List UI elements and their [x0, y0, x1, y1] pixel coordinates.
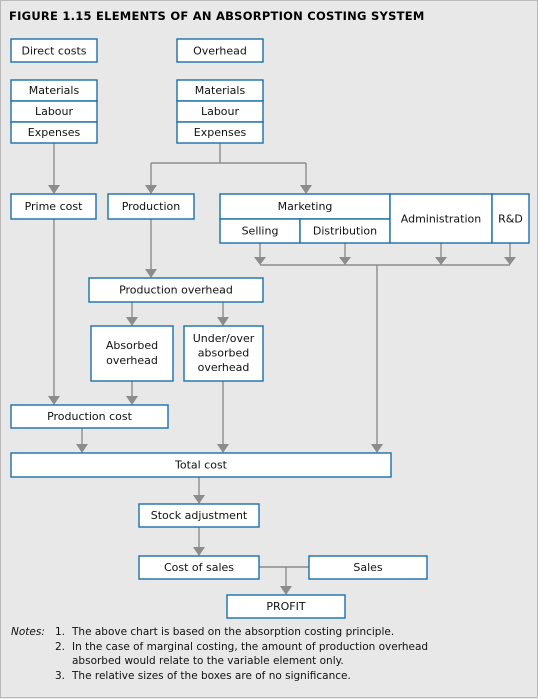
node-rd[interactable]: R&D [491, 193, 530, 244]
node-label: PROFIT [266, 600, 306, 613]
node-label: Distribution [313, 225, 377, 238]
node-distribution[interactable]: Distribution [299, 218, 391, 244]
node-overhead-materials[interactable]: Materials [176, 79, 264, 102]
node-absorbed-overhead[interactable]: Absorbed overhead [90, 325, 174, 382]
node-label: Materials [29, 84, 80, 97]
node-direct-costs[interactable]: Direct costs [10, 38, 98, 63]
node-direct-materials[interactable]: Materials [10, 79, 98, 102]
node-production-overhead[interactable]: Production overhead [88, 277, 264, 303]
note-row: 2. In the case of marginal costing, the … [11, 640, 428, 655]
node-label: Cost of sales [164, 561, 234, 574]
node-prime-cost[interactable]: Prime cost [10, 193, 97, 220]
node-label-line1: Absorbed [106, 339, 158, 352]
note-number: 2. [55, 640, 66, 653]
figure-panel: FIGURE 1.15 ELEMENTS OF AN ABSORPTION CO… [0, 0, 538, 698]
node-label: Direct costs [22, 45, 87, 58]
node-label-line2: overhead [106, 354, 158, 367]
node-label: Labour [201, 105, 240, 118]
note-text: In the case of marginal costing, the amo… [72, 640, 429, 653]
absorption-costing-flow-diagram: Direct costs Overhead Materials Labour E… [10, 38, 530, 619]
note-number: 3. [55, 669, 66, 682]
node-label: Prime cost [25, 200, 84, 213]
node-label: Sales [353, 561, 383, 574]
note-number: 1. [55, 626, 66, 638]
node-under-over-absorbed-overhead[interactable]: Under/over absorbed overhead [183, 325, 264, 382]
node-label: Stock adjustment [151, 509, 248, 522]
node-label: Production overhead [119, 284, 233, 297]
arrowhead-prime [48, 185, 60, 194]
arrowhead-totalcost-right [371, 444, 383, 453]
node-production-cost[interactable]: Production cost [10, 404, 169, 429]
note-text: The above chart is based on the absorpti… [72, 626, 395, 638]
note-text: The relative sizes of the boxes are of n… [72, 669, 351, 682]
node-label: Materials [195, 84, 246, 97]
arrowhead-absorbed [126, 317, 138, 326]
node-marketing[interactable]: Marketing [219, 193, 391, 220]
arrowhead-costofsales [193, 547, 205, 556]
node-label: Expenses [194, 126, 247, 139]
node-label: Selling [242, 225, 279, 238]
arrowhead-distribution [339, 257, 351, 265]
arrowhead-prodcost-left [48, 396, 60, 405]
node-label: Production cost [47, 410, 133, 423]
notes-label: Notes: [11, 626, 45, 638]
node-label: Total cost [174, 459, 228, 472]
node-label: R&D [498, 213, 523, 226]
arrowhead-admin [435, 257, 447, 265]
arrowhead-profit [280, 586, 292, 595]
arrowhead-marketing [300, 185, 312, 194]
node-label: Marketing [278, 200, 333, 213]
node-label: Labour [35, 105, 74, 118]
arrowhead-totalcost-mid [217, 444, 229, 453]
note-continuation: absorbed would relate to the variable el… [72, 655, 344, 668]
node-production[interactable]: Production [107, 193, 195, 220]
node-overhead-expenses[interactable]: Expenses [176, 121, 264, 144]
node-label: Administration [401, 213, 482, 226]
node-label-line2: absorbed [198, 347, 249, 360]
node-administration[interactable]: Administration [389, 193, 493, 244]
arrowhead-totalcost-left [76, 444, 88, 453]
node-direct-labour[interactable]: Labour [10, 100, 98, 123]
arrowhead-stock [193, 495, 205, 504]
arrowhead-selling [254, 257, 266, 265]
node-overhead[interactable]: Overhead [176, 38, 264, 63]
node-profit[interactable]: PROFIT [226, 594, 346, 619]
node-sales[interactable]: Sales [308, 555, 428, 580]
arrowhead-rd [504, 257, 516, 265]
figure-notes: Notes: 1. The above chart is based on th… [11, 625, 428, 683]
node-label-line3: overhead [198, 361, 250, 374]
node-direct-expenses[interactable]: Expenses [10, 121, 98, 144]
arrowhead-production [145, 185, 157, 194]
arrowhead-prodoh [145, 269, 157, 278]
node-cost-of-sales[interactable]: Cost of sales [138, 555, 260, 580]
node-selling[interactable]: Selling [219, 218, 301, 244]
node-label-line1: Under/over [193, 332, 255, 345]
node-overhead-labour[interactable]: Labour [176, 100, 264, 123]
node-stock-adjustment[interactable]: Stock adjustment [138, 503, 260, 528]
node-label: Overhead [193, 45, 247, 58]
node-label: Production [122, 200, 181, 213]
note-row: Notes: 1. The above chart is based on th… [11, 625, 428, 640]
node-total-cost[interactable]: Total cost [10, 452, 392, 478]
arrowhead-underover [217, 317, 229, 326]
arrowhead-prodcost-right [126, 396, 138, 405]
node-label: Expenses [28, 126, 81, 139]
note-row: 3. The relative sizes of the boxes are o… [11, 669, 428, 684]
